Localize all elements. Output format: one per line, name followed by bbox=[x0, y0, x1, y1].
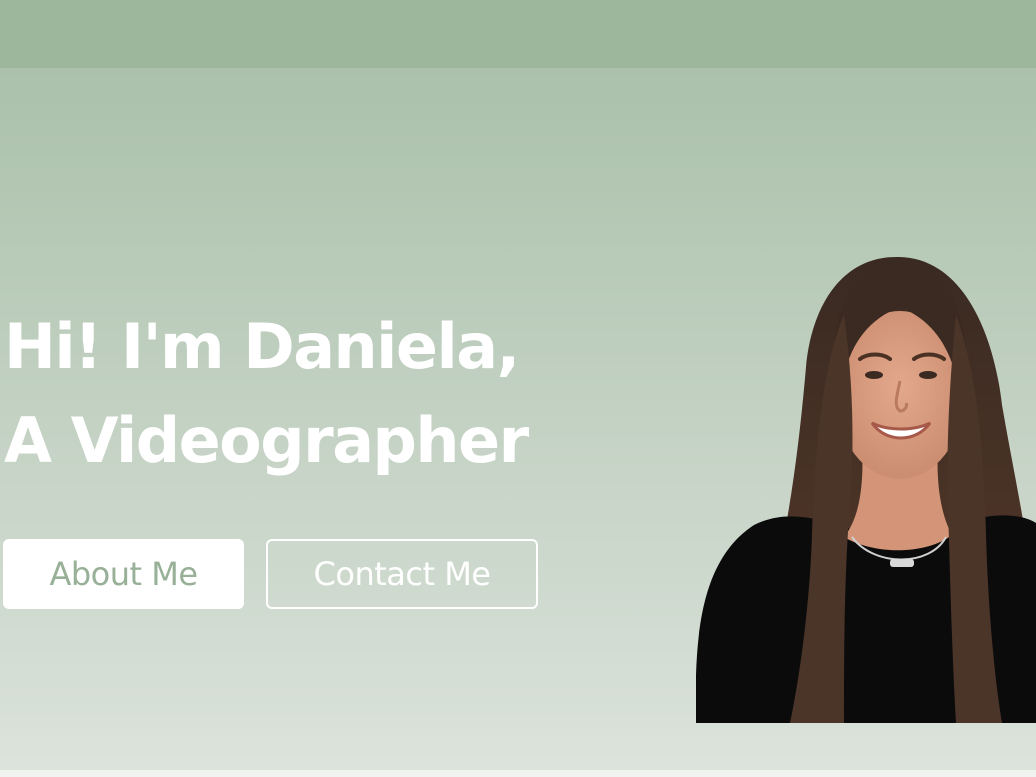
header-bar bbox=[0, 0, 1036, 68]
hero-title-line-1: Hi! I'm Daniela, bbox=[4, 310, 520, 383]
contact-me-button[interactable]: Contact Me bbox=[266, 539, 538, 609]
hero-title: Hi! I'm Daniela, A Videographer bbox=[4, 300, 529, 488]
portrait-photo bbox=[694, 255, 1036, 723]
about-me-button[interactable]: About Me bbox=[3, 539, 244, 609]
page-bottom-edge bbox=[0, 770, 1036, 777]
hero-page: Hi! I'm Daniela, A Videographer About Me… bbox=[0, 0, 1036, 777]
hero-title-line-2: A Videographer bbox=[4, 404, 529, 477]
